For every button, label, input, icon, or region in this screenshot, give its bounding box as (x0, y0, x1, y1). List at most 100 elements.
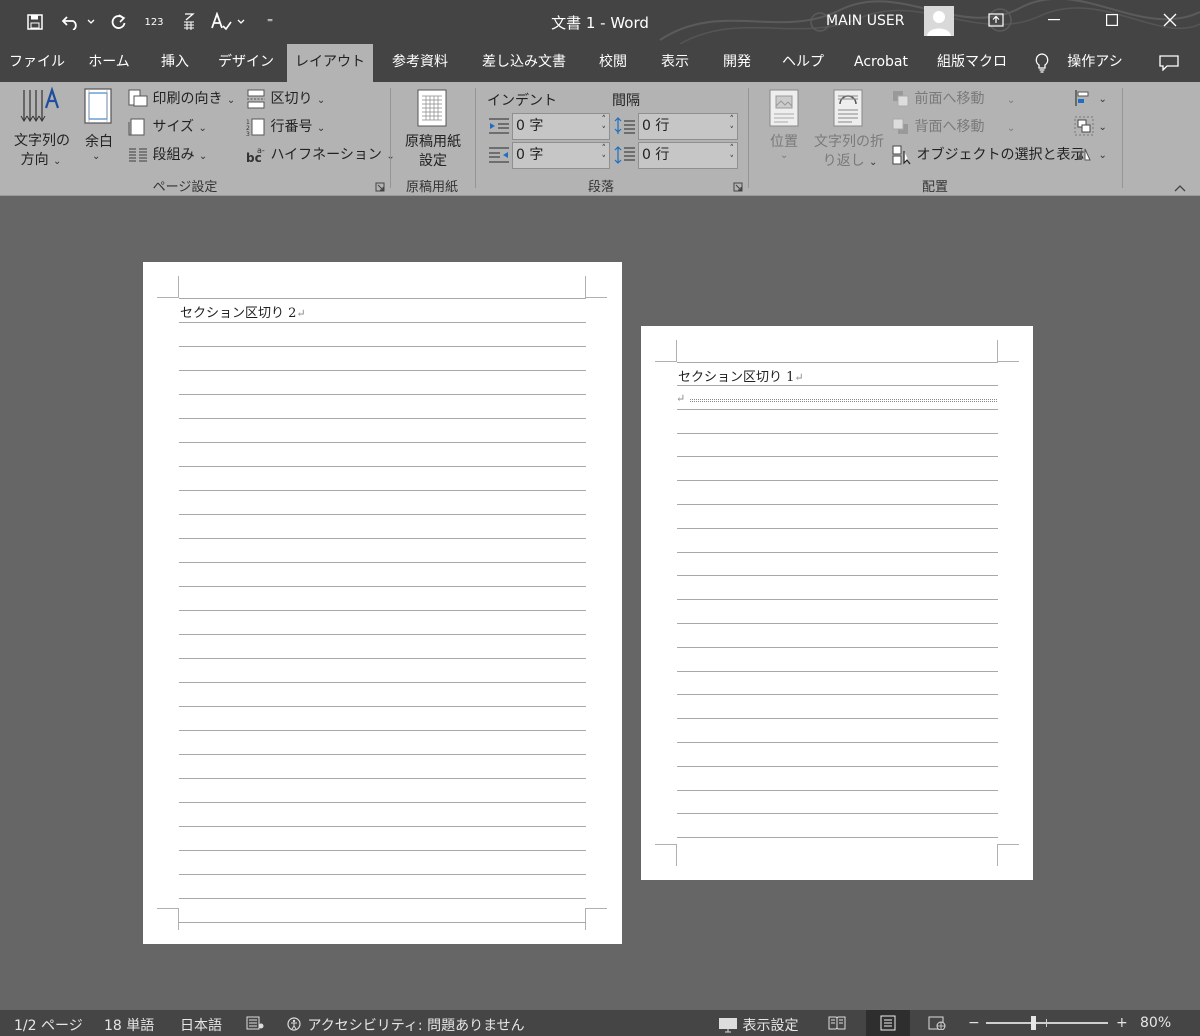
word-count[interactable]: 18 単語 (104, 1015, 154, 1035)
zoom-slider-track[interactable] (986, 1022, 1108, 1024)
tab-typesetting-macro[interactable]: 組版マクロ (932, 44, 1012, 82)
undo-icon[interactable] (58, 8, 84, 36)
tab-design[interactable]: デザイン (212, 44, 280, 82)
page-count[interactable]: 1/2 ページ (14, 1015, 83, 1035)
position-chevron-icon[interactable]: ⌄ (780, 150, 788, 161)
language-indicator[interactable]: 日本語 (180, 1015, 222, 1035)
number-format-button[interactable]: 123 (142, 8, 166, 36)
tab-help[interactable]: ヘルプ (776, 44, 830, 82)
breaks-button[interactable]: 区切り ⌄ (246, 88, 325, 109)
position-icon[interactable] (768, 88, 800, 128)
text-direction-label-2[interactable]: 方向 ⌄ (18, 149, 64, 169)
arrange-group-label: 配置 (921, 180, 948, 195)
spacing-before-input[interactable]: 0 行 ˄ ˅ (638, 113, 738, 140)
empty-paragraph[interactable]: ↵ (676, 391, 685, 406)
selection-pane-button[interactable]: オブジェクトの選択と表示 (892, 144, 1084, 165)
send-backward-button[interactable]: 背面へ移動 ⌄ (892, 116, 1015, 136)
page-setup-dialog-launcher-icon[interactable] (375, 180, 385, 196)
line-numbers-button[interactable]: 123 行番号 ⌄ (246, 116, 325, 138)
text-direction-icon[interactable] (18, 86, 68, 126)
document-page-2[interactable]: セクション区切り 1↵ ↵ (641, 326, 1033, 880)
wrap-text-label[interactable]: 文字列の折 (812, 131, 886, 151)
orientation-button[interactable]: 印刷の向き ⌄ (128, 88, 235, 109)
margins-label[interactable]: 余白 (82, 131, 116, 151)
user-name[interactable]: MAIN USER (826, 13, 904, 29)
margins-icon[interactable] (84, 88, 114, 126)
paragraph-group-label: 段落 (587, 180, 614, 195)
undo-dropdown-chevron-icon[interactable] (84, 8, 98, 36)
spacing-after-input[interactable]: 0 行 ˄ ˅ (638, 142, 738, 169)
indent-label: インデント (487, 93, 557, 109)
macro-record-icon[interactable] (246, 1016, 264, 1034)
close-icon[interactable] (1142, 0, 1198, 40)
section-break-text-2[interactable]: セクション区切り 2↵ (180, 302, 306, 321)
tab-insert[interactable]: 挿入 (150, 44, 200, 82)
tab-developer[interactable]: 開発 (714, 44, 760, 82)
size-button[interactable]: サイズ ⌄ (128, 116, 207, 137)
customize-qat-button[interactable]: ⁼ (262, 8, 278, 36)
collapse-ribbon-icon[interactable] (1174, 180, 1186, 196)
grid-line (179, 778, 586, 779)
zoom-in-button[interactable]: + (1116, 1015, 1128, 1031)
web-layout-icon[interactable] (928, 1016, 946, 1034)
spelling-check-icon[interactable] (208, 8, 234, 36)
zoom-out-button[interactable]: − (968, 1015, 980, 1031)
comments-icon[interactable] (1154, 44, 1184, 82)
redo-icon[interactable] (106, 8, 130, 36)
crop-mark (585, 908, 586, 930)
grid-line (179, 730, 586, 731)
tab-review[interactable]: 校閲 (590, 44, 636, 82)
tab-home[interactable]: ホーム (80, 44, 138, 82)
indent-left-input[interactable]: 0 字 ˄ ˅ (512, 113, 610, 140)
lightbulb-icon[interactable] (1028, 44, 1056, 82)
save-icon[interactable] (22, 8, 48, 36)
grid-line (179, 850, 586, 851)
rotate-button[interactable]: ⌄ (1074, 144, 1107, 164)
genko-icon[interactable] (416, 88, 448, 128)
user-avatar-icon[interactable] (924, 6, 954, 36)
tab-view[interactable]: 表示 (652, 44, 698, 82)
group-objects-button[interactable]: ⌄ (1074, 116, 1107, 136)
wrap-text-label-2[interactable]: り返し ⌄ (820, 150, 880, 170)
document-page-1[interactable]: セクション区切り 2↵ (143, 262, 622, 944)
grid-line (179, 754, 586, 755)
position-label[interactable]: 位置 (764, 131, 804, 151)
tab-references[interactable]: 参考資料 (382, 44, 458, 82)
section-break-text-1[interactable]: セクション区切り 1↵ (678, 366, 804, 385)
tab-layout[interactable]: レイアウト (287, 44, 373, 82)
wrap-text-icon[interactable] (832, 88, 864, 128)
ribbon-display-options-icon[interactable] (968, 0, 1024, 40)
margins-chevron-icon[interactable]: ⌄ (92, 151, 100, 162)
spelling-dropdown-chevron-icon[interactable] (234, 8, 248, 36)
maximize-icon[interactable] (1084, 0, 1140, 40)
grid-line (677, 480, 998, 482)
tab-file[interactable]: ファイル (6, 44, 68, 82)
hyphenation-button[interactable]: bca- ハイフネーション ⌄ (246, 144, 395, 165)
genko-label-2[interactable]: 設定 (398, 150, 468, 170)
zoom-level[interactable]: 80% (1140, 1015, 1171, 1031)
paragraph-dialog-launcher-icon[interactable] (733, 180, 743, 196)
vertical-text-icon[interactable] (178, 8, 200, 36)
tab-mailings[interactable]: 差し込み文書 (474, 44, 574, 82)
return-mark: ↵ (794, 371, 804, 384)
grid-line (179, 586, 586, 587)
align-button[interactable]: ⌄ (1074, 88, 1107, 108)
grid-line (179, 442, 586, 443)
accessibility-status[interactable]: アクセシビリティ: 問題ありません (287, 1015, 525, 1035)
display-settings-button[interactable]: 表示設定 (718, 1015, 798, 1035)
print-layout-icon[interactable] (866, 1010, 910, 1036)
indent-right-input[interactable]: 0 字 ˄ ˅ (512, 142, 610, 169)
status-bar: 1/2 ページ 18 単語 日本語 アクセシビリティ: 問題ありません 表示設定… (0, 1010, 1200, 1036)
columns-button[interactable]: 段組み ⌄ (128, 144, 207, 165)
zoom-slider-thumb[interactable] (1031, 1016, 1036, 1030)
text-direction-label[interactable]: 文字列の (12, 130, 72, 150)
crop-mark (157, 908, 179, 909)
tell-me-search[interactable]: 操作アシ (1062, 44, 1128, 82)
bring-forward-button[interactable]: 前面へ移動 ⌄ (892, 88, 1015, 108)
grid-line (677, 742, 998, 743)
tab-acrobat[interactable]: Acrobat (846, 44, 916, 82)
genko-group-label: 原稿用紙 (405, 180, 458, 195)
minimize-icon[interactable] (1026, 0, 1082, 40)
genko-label[interactable]: 原稿用紙 (398, 131, 468, 151)
read-mode-icon[interactable] (828, 1016, 846, 1034)
